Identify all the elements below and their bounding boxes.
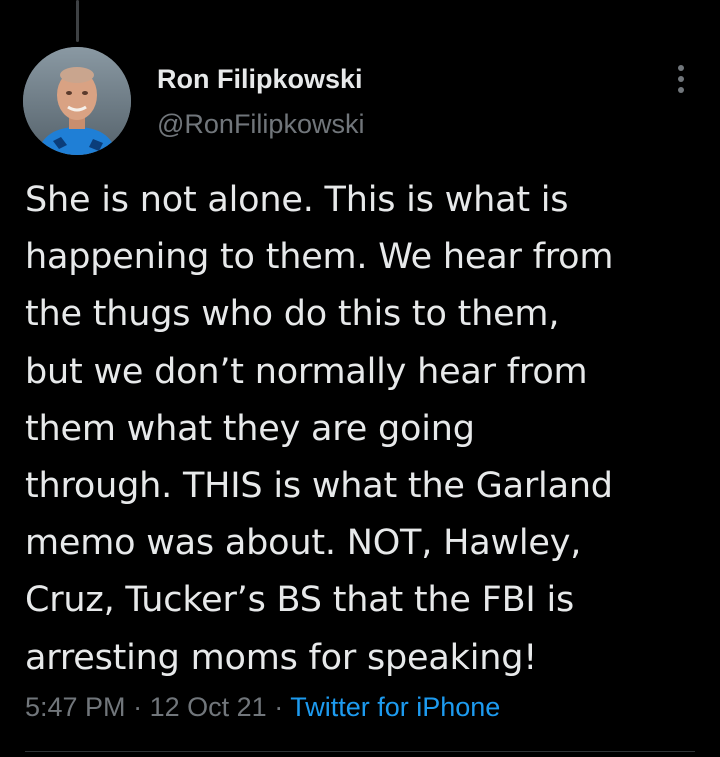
tweet-text-line: She is not alone. This is what is [25,180,569,220]
more-options-button[interactable] [664,62,698,96]
meta-separator: · [133,692,143,722]
more-vertical-icon [678,65,684,71]
tweet-time[interactable]: 5:47 PM [25,692,126,722]
tweet-source-link[interactable]: Twitter for iPhone [290,692,500,722]
author-display-name[interactable]: Ron Filipkowski [157,64,363,95]
author-handle[interactable]: @RonFilipkowski [157,109,364,140]
more-vertical-icon [678,87,684,93]
tweet-text-line: through. THIS is what the Garland [25,466,613,507]
tweet-text-line: Cruz, Tucker’s BS that the FBI is [25,580,575,621]
avatar[interactable] [23,47,131,155]
tweet-text-line: the thugs who do this to them, [25,294,560,335]
avatar-image [23,47,131,155]
tweet-text-line: but we don’t normally hear from [25,351,588,392]
tweet-date[interactable]: 12 Oct 21 [150,692,267,722]
tweet-text-line: memo was about. NOT, Hawley, [25,523,582,564]
tweet-text-line: them what they are going [25,408,475,449]
divider [25,751,695,752]
more-vertical-icon [678,76,684,82]
tweet-text: She is not alone. This is what is happen… [25,172,710,687]
thread-connector-line [76,0,79,42]
tweet-text-line: arresting moms for speaking! [25,637,538,678]
tweet-meta: 5:47 PM · 12 Oct 21 · Twitter for iPhone [25,692,500,723]
meta-separator: · [274,692,284,722]
tweet-text-line: happening to them. We hear from [25,237,614,278]
